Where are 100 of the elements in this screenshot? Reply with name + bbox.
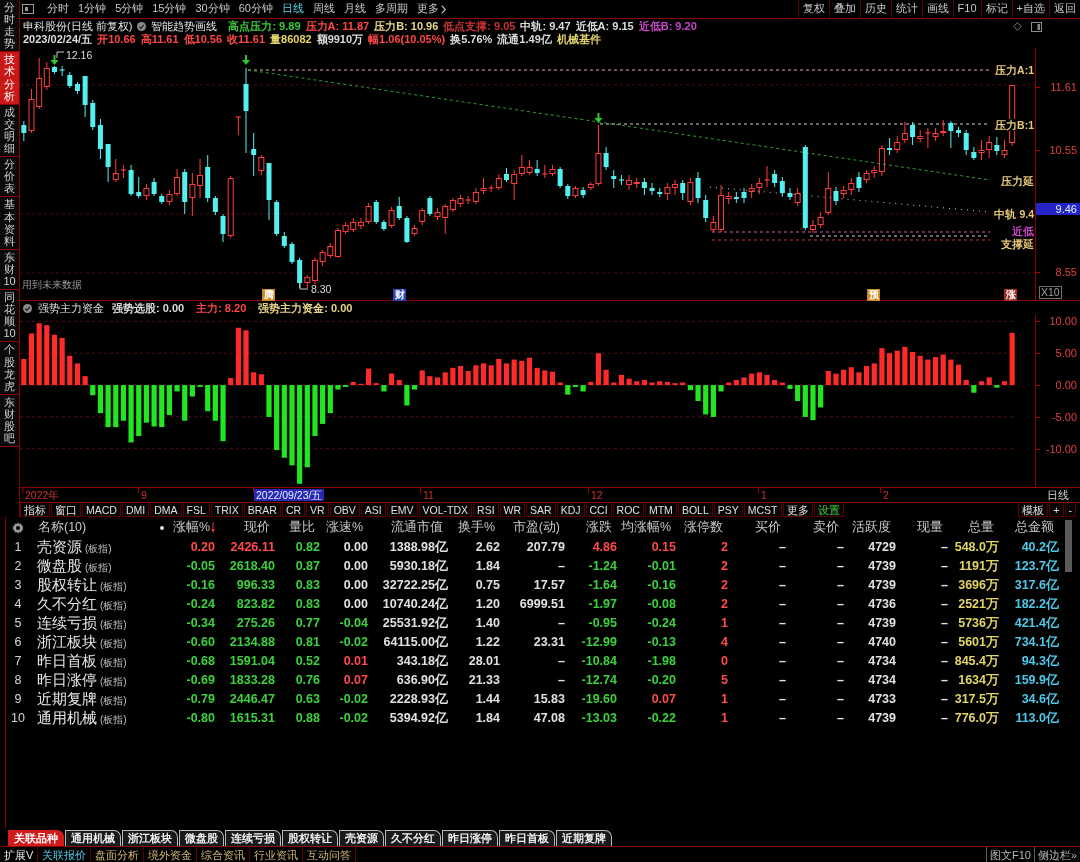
column-header[interactable]: 买价 [730, 520, 788, 535]
sheet-tab[interactable]: 微盘股 [179, 830, 224, 846]
indicator-tab[interactable]: SAR [526, 503, 556, 517]
sheet-tab[interactable]: 久不分红 [385, 830, 441, 846]
toolbar-button[interactable]: 复权 [797, 0, 829, 18]
indicator-tab[interactable]: 指标 [20, 503, 50, 517]
indicator-name[interactable]: 智能趋势画线 [151, 20, 218, 33]
sidebar-tab[interactable]: 个股龙虎 [0, 342, 19, 395]
toolbar-button[interactable]: F10 [952, 0, 981, 18]
period-tab[interactable]: 5分钟 [112, 0, 147, 18]
indicator-tab[interactable]: VOL-TDX [418, 503, 473, 517]
more-menu-button[interactable]: 更多 [414, 0, 449, 18]
toolbar-button[interactable]: +自选 [1011, 0, 1049, 18]
board-name[interactable]: 连续亏损 [37, 614, 97, 633]
bottom-tab[interactable]: 境外资金 [144, 847, 198, 862]
indicator-tab[interactable]: BRAR [243, 503, 281, 517]
indicator-tab[interactable]: MACD [82, 503, 121, 517]
sheet-tab[interactable]: 通用机械 [65, 830, 121, 846]
column-header[interactable]: 名称(10) [30, 520, 170, 535]
indicator-tab[interactable]: MCST [743, 503, 782, 517]
event-marker[interactable]: 财 [393, 289, 406, 301]
toolbar-button[interactable]: 返回 [1049, 0, 1080, 18]
toolbar-button[interactable]: 历史 [859, 0, 891, 18]
column-header[interactable]: 市盈(动) [502, 520, 567, 535]
column-header[interactable]: 活跃度 [846, 520, 898, 535]
sidebar-tab[interactable]: 东财10 [0, 249, 19, 291]
bottom-tab[interactable]: 行业资讯 [250, 847, 304, 862]
board-name[interactable]: 昨日涨停 [37, 671, 97, 690]
period-tab[interactable]: 周线 [310, 0, 338, 18]
sheet-tab[interactable]: 浙江板块 [122, 830, 178, 846]
column-header[interactable]: 涨速% [322, 520, 370, 535]
toolbar-button[interactable]: 画线 [921, 0, 953, 18]
sheet-tab[interactable]: 关联品种 [8, 830, 64, 846]
settings-button[interactable]: 设置 [813, 503, 844, 517]
period-tab[interactable]: 多周期 [372, 0, 411, 18]
period-tab[interactable]: 15分钟 [149, 0, 190, 18]
indicator-tab[interactable]: DMA [150, 503, 182, 517]
board-name[interactable]: 股权转让 [37, 576, 97, 595]
indicator-tab[interactable]: ASI [360, 503, 386, 517]
indicator-tab[interactable]: ROC [612, 503, 644, 517]
sheet-tab[interactable]: 壳资源 [339, 830, 384, 846]
indicator-tab[interactable]: EMV [386, 503, 418, 517]
event-marker[interactable]: 涨 [1004, 289, 1017, 301]
template-button[interactable]: 模板 [1018, 503, 1049, 517]
indicator-tab[interactable]: VR [306, 503, 329, 517]
column-header[interactable]: 涨幅% [170, 520, 217, 535]
bottom-tab[interactable]: 综合资讯 [197, 847, 251, 862]
indicator-tab[interactable]: DMI [121, 503, 150, 517]
board-name[interactable]: 近期复牌 [37, 690, 97, 709]
period-tab[interactable]: 日线 [279, 0, 307, 18]
sidebar-tab[interactable]: 东财股吧 [0, 394, 19, 448]
column-header[interactable]: 流通市值 [370, 520, 450, 535]
column-header[interactable]: 换手% [450, 520, 502, 535]
indicator-tab[interactable]: WR [499, 503, 526, 517]
board-name[interactable]: 久不分红 [37, 595, 97, 614]
add-window-button[interactable]: + [1049, 503, 1064, 517]
period-tab[interactable]: 30分钟 [192, 0, 233, 18]
indicator-tab[interactable]: TRIX [210, 503, 243, 517]
scrollbar-thumb[interactable] [1065, 520, 1072, 572]
sidebar-toggle-button[interactable]: 侧边栏» [1033, 847, 1080, 862]
column-header[interactable]: 量比 [277, 520, 322, 535]
toolbar-button[interactable]: 叠加 [828, 0, 860, 18]
column-header[interactable]: 现价 [217, 520, 277, 535]
period-tab[interactable]: 1分钟 [75, 0, 110, 18]
sidebar-tab[interactable]: 同花顺10 [0, 290, 19, 343]
panel-icon[interactable] [22, 4, 34, 14]
check-circle-icon[interactable] [137, 22, 147, 31]
sheet-tab[interactable]: 近期复牌 [556, 830, 612, 846]
board-name[interactable]: 通用机械 [37, 709, 97, 728]
f10-button[interactable]: 图文F10 [985, 847, 1034, 862]
indicator-tab[interactable]: BOLL [677, 503, 713, 517]
settings-icon[interactable] [12, 521, 24, 534]
board-name[interactable]: 浙江板块 [37, 633, 97, 652]
column-header[interactable]: 均涨幅% [619, 520, 678, 535]
sidebar-tab[interactable]: 分时走势 [0, 0, 19, 53]
indicator-tab[interactable]: KDJ [556, 503, 585, 517]
diamond-icon[interactable] [1013, 22, 1022, 31]
sheet-tab[interactable]: 昨日首板 [499, 830, 555, 846]
remove-window-button[interactable]: - [1064, 503, 1076, 517]
indicator-tab[interactable]: 更多 [782, 503, 813, 517]
column-header[interactable]: 总金额 [1001, 520, 1061, 535]
column-header[interactable]: 卖价 [788, 520, 846, 535]
zoom-label[interactable]: X10 [1039, 286, 1062, 299]
column-header[interactable]: 总量 [950, 520, 1001, 535]
indicator-tab[interactable]: CCI [585, 503, 612, 517]
indicator-tab[interactable]: MTM [644, 503, 677, 517]
indicator-tab[interactable]: OBV [329, 503, 360, 517]
indicator-tab[interactable]: CR [281, 503, 306, 517]
bottom-tab[interactable]: 互动问答 [303, 847, 357, 862]
indicator-tab[interactable]: RSI [473, 503, 499, 517]
toolbar-button[interactable]: 标记 [980, 0, 1012, 18]
check-circle-icon[interactable] [23, 303, 32, 313]
sidebar-tab[interactable]: 分价表 [0, 157, 19, 198]
toolbar-button[interactable]: 统计 [890, 0, 922, 18]
board-name[interactable]: 微盘股 [37, 557, 82, 576]
sidebar-tab[interactable]: 技术分析 [0, 52, 19, 105]
column-header[interactable]: 现量 [898, 520, 950, 535]
period-tab[interactable]: 月线 [341, 0, 369, 18]
indicator-tab[interactable]: PSY [713, 503, 743, 517]
sheet-tab[interactable]: 连续亏损 [225, 830, 281, 846]
